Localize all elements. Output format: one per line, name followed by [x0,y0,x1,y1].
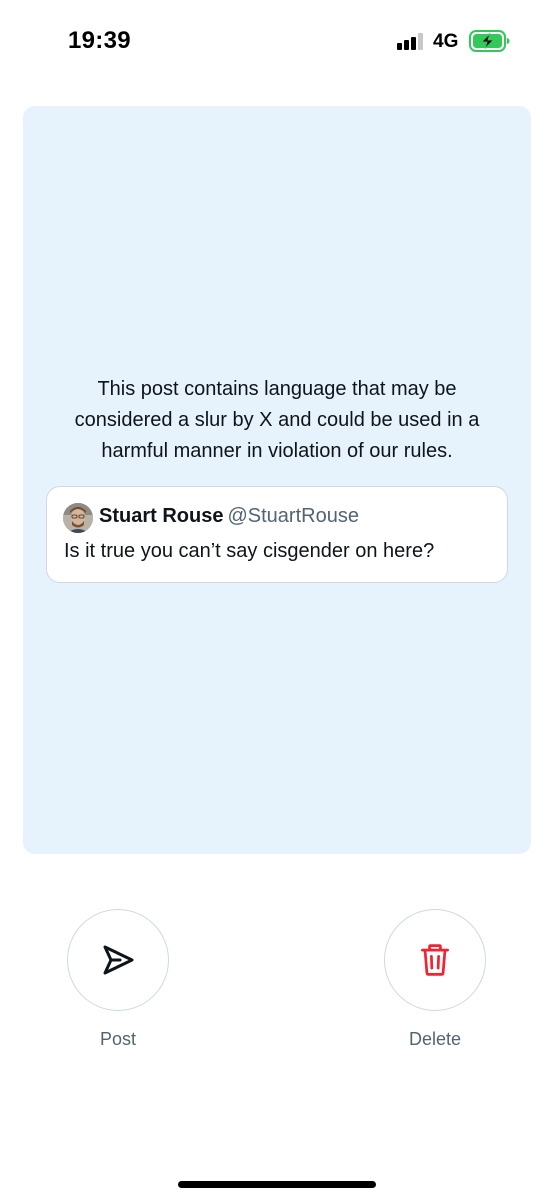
post-label: Post [99,1029,137,1049]
quoted-post: Stuart Rouse @StuartRouse Is it true you … [46,486,508,583]
author-handle: @StuartRouse [227,505,359,527]
warning-message: This post contains language that may be … [74,378,480,462]
trash-icon [421,944,449,976]
status-bar: 19:39 4G [0,0,554,80]
post-button[interactable] [67,909,169,1011]
post-action: Post [67,909,169,1050]
delete-action: Delete [384,909,486,1050]
post-author-row: Stuart Rouse @StuartRouse [99,505,359,528]
battery-charging-icon [469,30,510,52]
author-name: Stuart Rouse [99,505,224,527]
delete-label: Delete [408,1029,462,1049]
status-time: 19:39 [68,27,131,54]
home-indicator[interactable] [178,1181,376,1188]
send-icon [103,945,134,975]
cellular-signal-icon [397,33,425,50]
slur-warning-card: This post contains language that may be … [23,106,531,854]
avatar [63,503,93,533]
network-type: 4G [433,31,459,52]
screen: 19:39 4G This post contains language tha… [0,0,554,1200]
post-text: Is it true you can’t say cisgender on he… [64,540,435,562]
delete-button[interactable] [384,909,486,1011]
